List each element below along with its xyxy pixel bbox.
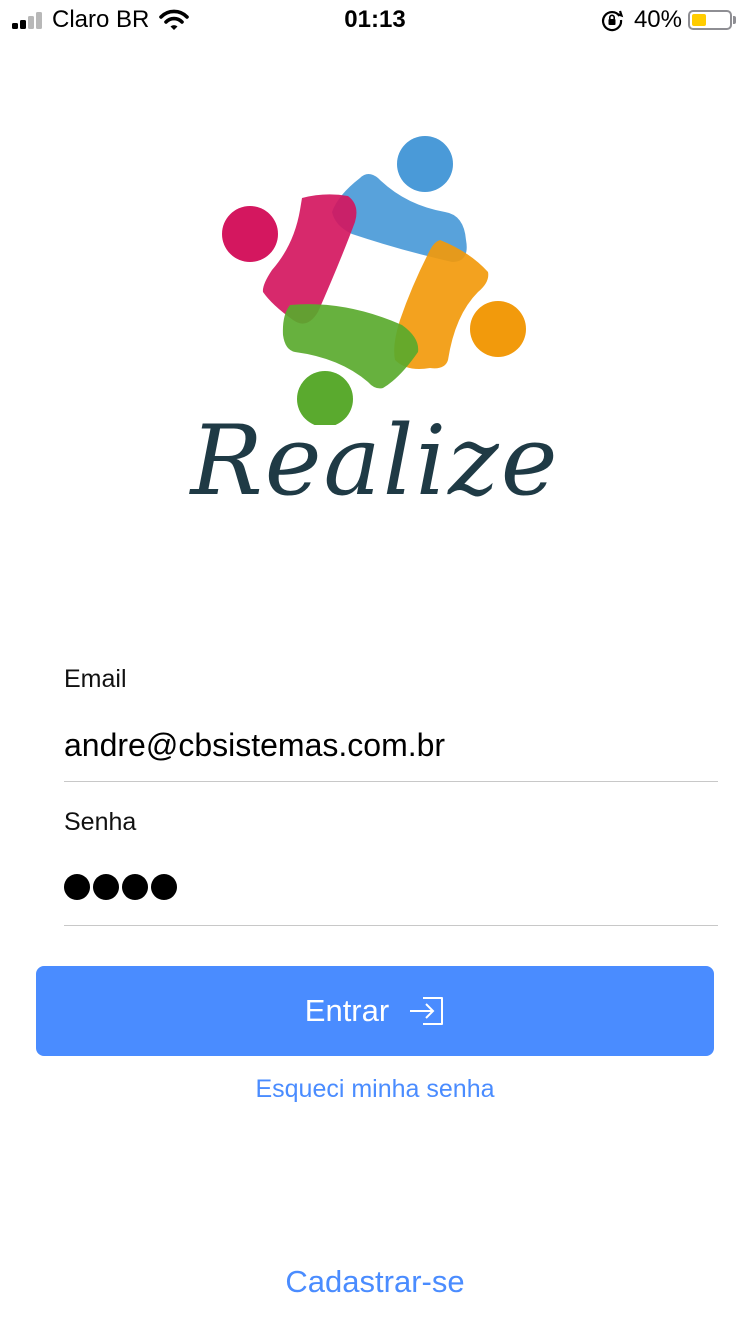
login-screen: Claro BR 01:13 40% Realize Email andre@c… bbox=[0, 0, 750, 1334]
realize-wordmark: Realize bbox=[190, 405, 560, 517]
password-field[interactable] bbox=[64, 873, 718, 901]
battery-cap bbox=[733, 16, 736, 24]
email-underline bbox=[64, 781, 718, 782]
battery-fill bbox=[692, 14, 707, 26]
password-mask-dot bbox=[64, 874, 90, 900]
register-link[interactable]: Cadastrar-se bbox=[0, 1264, 750, 1300]
password-mask-dot bbox=[151, 874, 177, 900]
status-bar: Claro BR 01:13 40% bbox=[0, 0, 750, 40]
logo-magenta-head bbox=[222, 206, 278, 262]
forgot-password-link[interactable]: Esqueci minha senha bbox=[0, 1075, 750, 1104]
realize-logo bbox=[222, 136, 526, 425]
orientation-lock-icon bbox=[601, 10, 624, 32]
battery-icon bbox=[688, 10, 732, 30]
logo-green-arm bbox=[282, 304, 419, 389]
password-label: Senha bbox=[64, 808, 137, 836]
sign-in-icon bbox=[410, 997, 444, 1025]
logo-orange-head bbox=[470, 301, 526, 357]
status-right: 40% bbox=[600, 6, 736, 34]
email-label: Email bbox=[64, 665, 127, 693]
logo-blue-head bbox=[397, 136, 453, 192]
login-button[interactable]: Entrar bbox=[36, 966, 714, 1056]
password-mask-dot bbox=[122, 874, 148, 900]
battery-percent: 40% bbox=[633, 6, 682, 33]
login-button-label: Entrar bbox=[304, 993, 390, 1028]
password-mask-dot bbox=[93, 874, 119, 900]
password-underline bbox=[64, 925, 718, 926]
email-field[interactable] bbox=[64, 724, 718, 766]
